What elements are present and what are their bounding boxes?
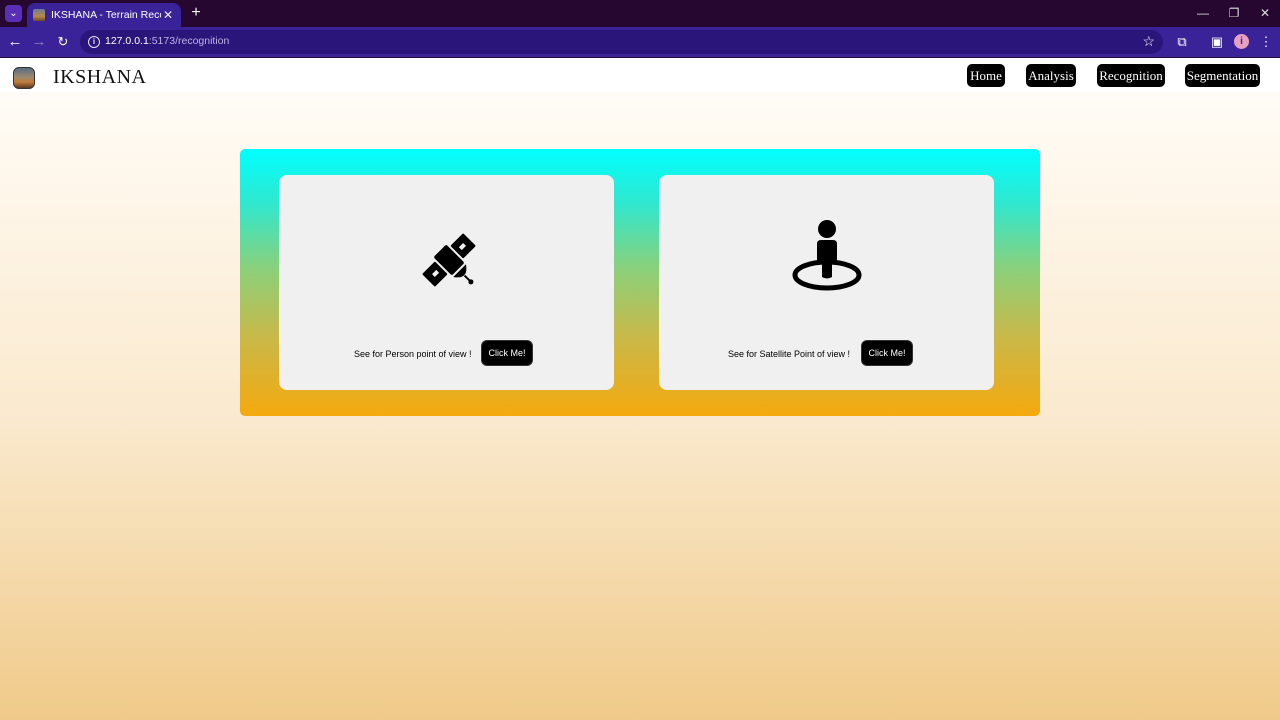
tab-strip: ⌄ IKSHANA - Terrain Recognition ✕ + — ❐ … [0, 0, 1280, 27]
address-bar[interactable]: i 127.0.0.1:5173/recognition ☆ [80, 30, 1163, 54]
satellite-view-button[interactable]: Click Me! [861, 340, 913, 366]
info-icon[interactable]: i [88, 36, 100, 48]
page: IKSHANA Home Analysis Recognition Segmen… [0, 58, 1280, 720]
restore-icon[interactable]: ❐ [1219, 4, 1249, 22]
person-view-card: See for Person point of view ! Click Me! [279, 175, 614, 390]
options-panel: See for Person point of view ! Click Me!… [240, 149, 1040, 416]
site-header: IKSHANA Home Analysis Recognition Segmen… [0, 58, 1280, 92]
satellite-icon [422, 233, 476, 287]
extensions-icon[interactable]: ⧉ [1173, 33, 1191, 51]
tab-title: IKSHANA - Terrain Recognition [51, 9, 161, 21]
browser-toolbar: ← → ↻ i 127.0.0.1:5173/recognition ☆ ⧉ ▣… [0, 27, 1280, 57]
person-view-button[interactable]: Click Me! [481, 340, 533, 366]
nav-analysis[interactable]: Analysis [1026, 64, 1076, 87]
person-location-icon [792, 220, 862, 291]
window-close-icon[interactable]: ✕ [1250, 4, 1280, 22]
tab-search-icon[interactable]: ⌄ [5, 5, 22, 22]
nav-home[interactable]: Home [967, 64, 1005, 87]
nav-segmentation[interactable]: Segmentation [1185, 64, 1260, 87]
card-text: See for Satellite Point of view ! [728, 349, 851, 359]
card-text: See for Person point of view ! [354, 349, 472, 359]
menu-icon[interactable]: ⋮ [1257, 33, 1275, 51]
satellite-view-card: See for Satellite Point of view ! Click … [659, 175, 994, 390]
reload-icon[interactable]: ↻ [54, 33, 72, 51]
close-icon[interactable]: ✕ [161, 8, 175, 22]
browser-tab[interactable]: IKSHANA - Terrain Recognition ✕ [27, 3, 181, 27]
bookmark-star-icon[interactable]: ☆ [1142, 33, 1155, 50]
nav-recognition[interactable]: Recognition [1097, 64, 1165, 87]
logo [13, 67, 35, 89]
forward-icon[interactable]: → [30, 33, 48, 51]
back-icon[interactable]: ← [6, 33, 24, 51]
brand-title: IKSHANA [53, 66, 147, 88]
profile-avatar[interactable]: i [1234, 34, 1249, 49]
favicon-icon [33, 9, 45, 21]
side-panel-icon[interactable]: ▣ [1208, 33, 1226, 51]
url-text: 127.0.0.1:5173/recognition [105, 35, 230, 47]
new-tab-icon[interactable]: + [188, 5, 204, 21]
minimize-icon[interactable]: — [1188, 4, 1218, 22]
